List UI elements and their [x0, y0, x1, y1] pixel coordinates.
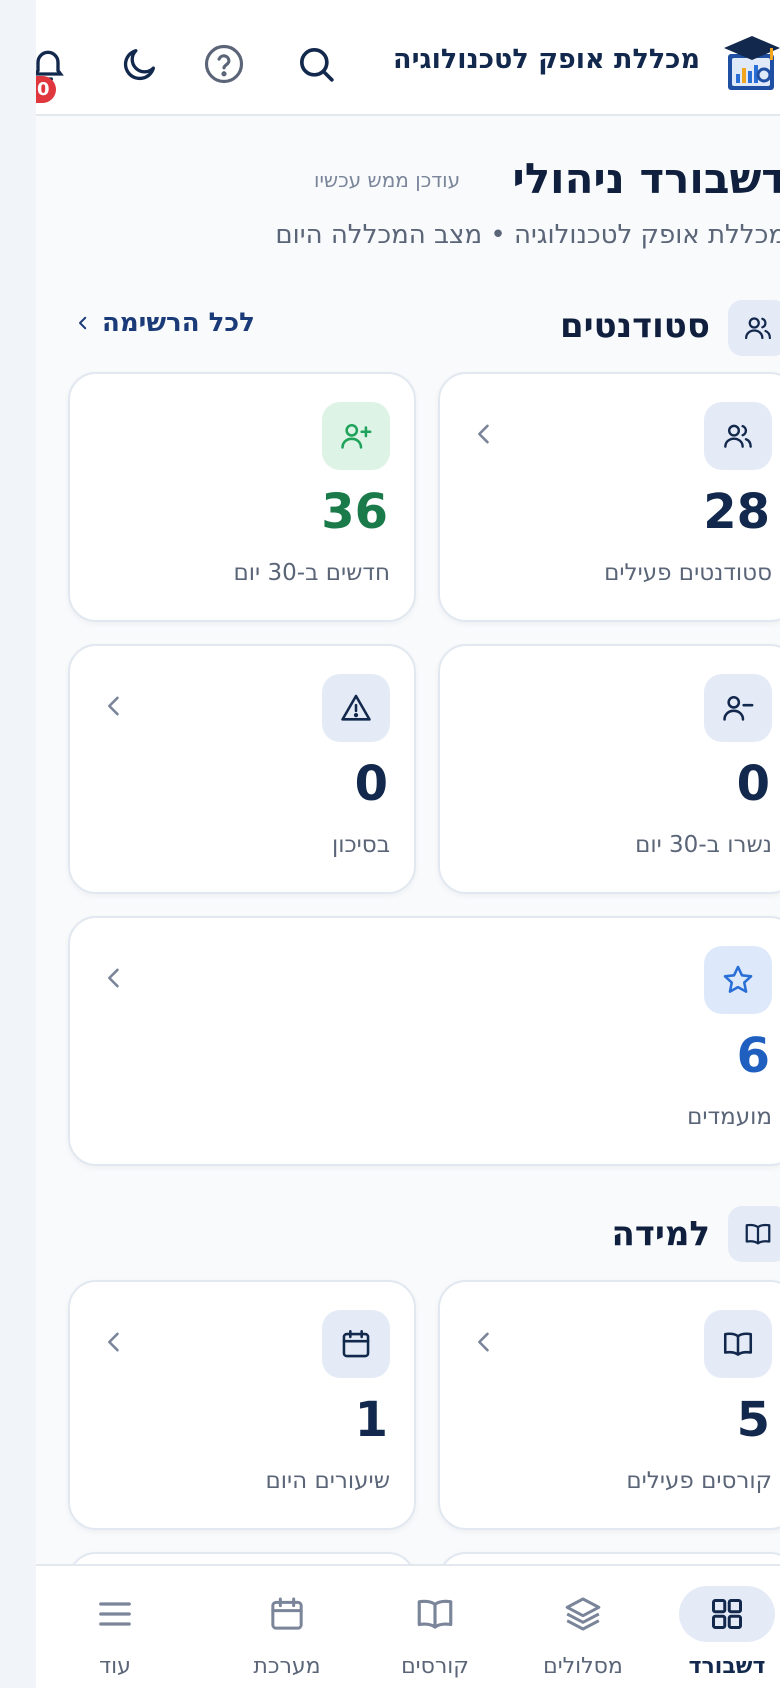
chevron-left-icon [108, 968, 119, 988]
dropped-students-card: 0 נשרו ב-30 יום [438, 644, 780, 894]
last-updated-text: עודכן ממש עכשיו [314, 168, 461, 192]
students-section-icon [728, 300, 780, 356]
at-risk-label: בסיכון [331, 832, 390, 858]
calendar-icon [271, 1597, 303, 1630]
nav-tracks[interactable]: מסלולים [518, 1566, 648, 1688]
chevron-left-icon [478, 1332, 489, 1352]
menu-icon [99, 1602, 131, 1626]
nav-more-label: עוד [99, 1654, 131, 1679]
all-link-label: לכל הרשימה [102, 308, 255, 338]
lessons-today-value: 1 [354, 1392, 388, 1448]
top-bar: מכללת אופק לטכנולוגיה 10 [36, 0, 780, 116]
active-students-value: 28 [703, 484, 770, 540]
chevron-left-icon [79, 316, 87, 330]
nav-courses[interactable]: קורסים [370, 1566, 500, 1688]
users-icon-badge [704, 402, 772, 470]
dropped-students-label: נשרו ב-30 יום [635, 832, 772, 858]
grid-icon-wrap [679, 1586, 775, 1642]
help-icon [204, 44, 244, 84]
users-icon [724, 424, 752, 448]
user-plus-icon [341, 423, 372, 449]
user-minus-icon-badge [704, 674, 772, 742]
page-title: דשבורד ניהולי [512, 154, 780, 203]
book-icon [723, 1332, 753, 1356]
dark-mode-toggle[interactable] [116, 40, 164, 88]
at-risk-value: 0 [354, 756, 388, 812]
book-icon-badge [704, 1310, 772, 1378]
help-button[interactable] [200, 40, 248, 88]
students-section-title: סטודנטים [559, 306, 710, 346]
calendar-icon [342, 1329, 370, 1358]
grid-icon [712, 1599, 742, 1629]
new-students-label: חדשים ב-30 יום [233, 560, 390, 586]
page-subtitle: מכללת אופק לטכנולוגיה • מצב המכללה היום [275, 220, 780, 250]
search-icon [300, 48, 334, 82]
nav-dashboard-label: דשבורד [688, 1654, 766, 1679]
nav-dashboard[interactable]: דשבורד [662, 1566, 780, 1688]
brand-name[interactable]: מכללת אופק לטכנולוגיה [393, 44, 700, 75]
nav-more[interactable]: עוד [50, 1566, 180, 1688]
active-courses-label: קורסים פעילים [626, 1468, 772, 1494]
nav-tracks-label: מסלולים [543, 1654, 623, 1679]
alert-triangle-icon [341, 694, 371, 721]
active-students-label: סטודנטים פעילים [604, 560, 772, 586]
at-risk-card[interactable]: 0 בסיכון [68, 644, 416, 894]
users-icon [745, 317, 771, 340]
candidates-value: 6 [736, 1028, 770, 1084]
students-all-link[interactable]: לכל הרשימה [74, 308, 255, 338]
active-students-card[interactable]: 28 סטודנטים פעילים [438, 372, 780, 622]
dropped-students-value: 0 [736, 756, 770, 812]
alert-icon-badge [322, 674, 390, 742]
layers-icon [565, 1597, 601, 1631]
learning-section-title: למידה [611, 1214, 710, 1254]
star-icon-badge [704, 946, 772, 1014]
candidates-label: מועמדים [687, 1104, 772, 1130]
menu-icon-wrap [87, 1588, 143, 1640]
user-minus-icon [723, 695, 754, 721]
book-icon [417, 1599, 453, 1629]
user-plus-icon-badge [322, 402, 390, 470]
chevron-left-icon [108, 1332, 119, 1352]
calendar-icon-wrap [259, 1588, 315, 1640]
lessons-today-card[interactable]: 1 שיעורים היום [68, 1280, 416, 1530]
college-logo[interactable] [722, 32, 780, 94]
bottom-navigation: דשבורד מסלולים קורסים מערכת עוד [36, 1564, 780, 1688]
book-icon [745, 1223, 771, 1245]
new-students-card: 36 חדשים ב-30 יום [68, 372, 416, 622]
book-icon-wrap [407, 1588, 463, 1640]
candidates-card[interactable]: 6 מועמדים [68, 916, 780, 1166]
app-screen: מכללת אופק לטכנולוגיה 10 דשבורד ניהולי ע… [36, 0, 780, 1688]
calendar-icon-badge [322, 1310, 390, 1378]
notifications-button[interactable]: 10 [36, 40, 72, 103]
layers-icon-wrap [555, 1588, 611, 1640]
search-button[interactable] [292, 40, 340, 88]
chevron-left-icon [108, 696, 119, 716]
moon-icon [123, 49, 155, 81]
nav-courses-label: קורסים [401, 1654, 469, 1679]
chevron-left-icon [478, 424, 489, 444]
star-icon [723, 965, 753, 993]
nav-schedule-label: מערכת [253, 1654, 321, 1679]
active-courses-value: 5 [736, 1392, 770, 1448]
notification-count-badge: 10 [36, 76, 56, 103]
learning-section-icon [728, 1206, 780, 1262]
active-courses-card[interactable]: 5 קורסים פעילים [438, 1280, 780, 1530]
lessons-today-label: שיעורים היום [265, 1468, 390, 1494]
new-students-value: 36 [321, 484, 388, 540]
nav-schedule[interactable]: מערכת [222, 1566, 352, 1688]
